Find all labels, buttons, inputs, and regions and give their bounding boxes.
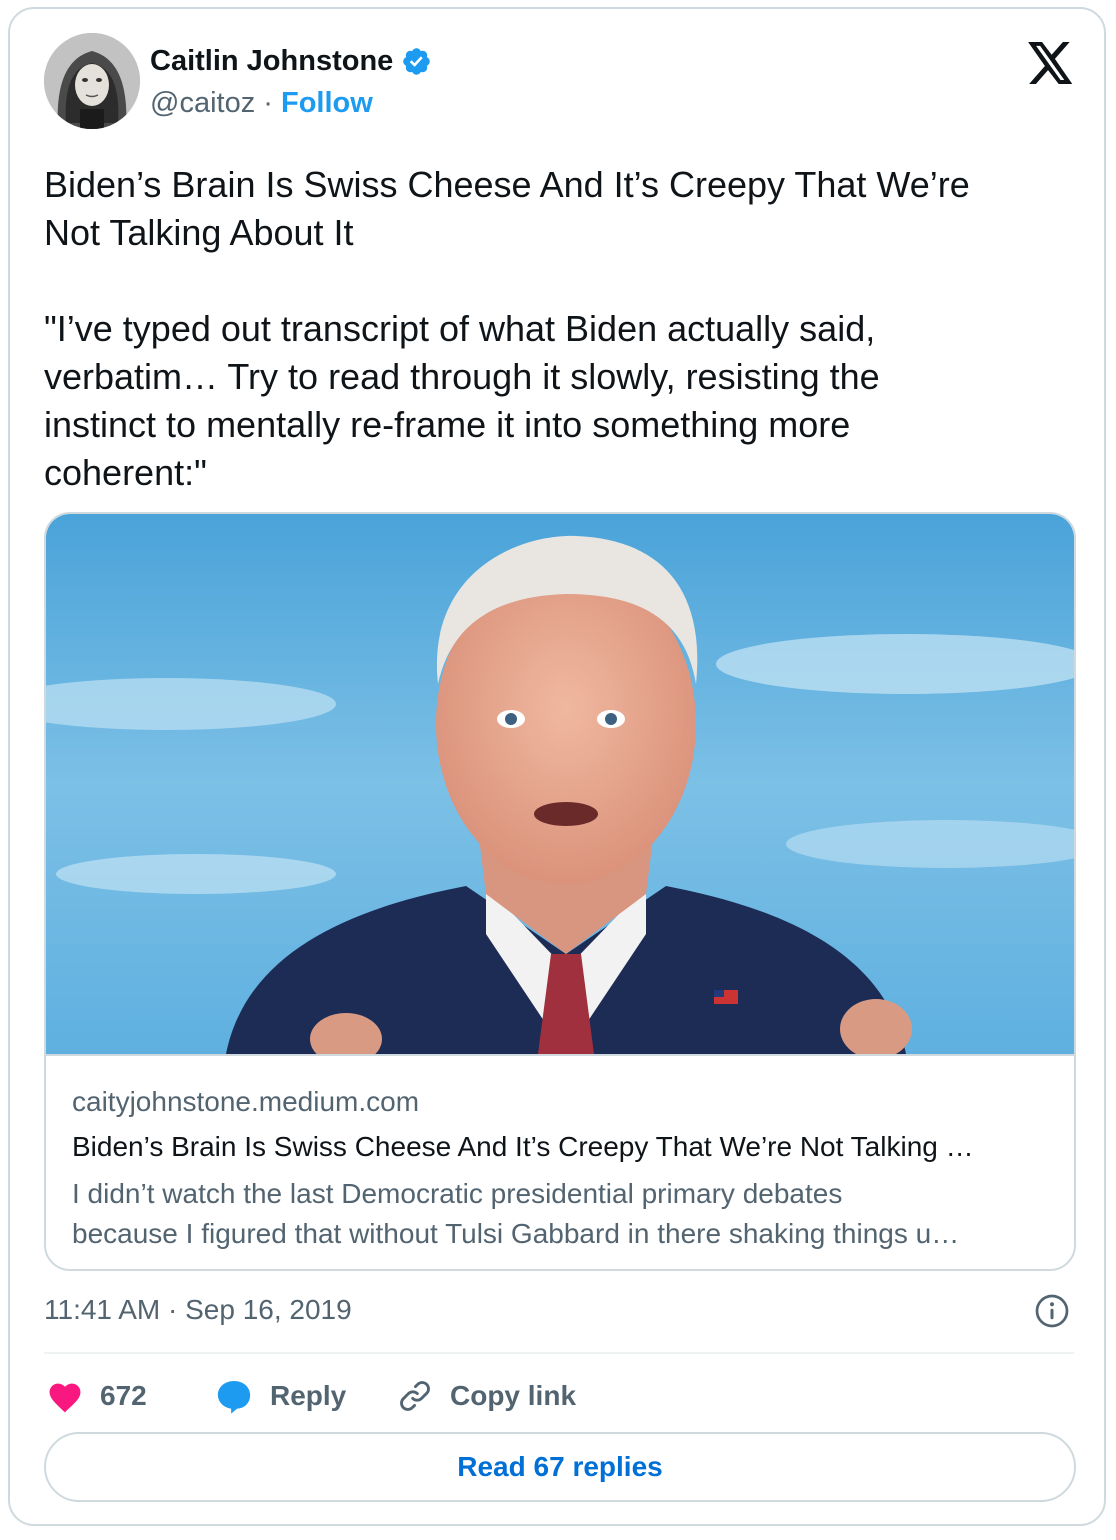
link-icon: [400, 1381, 430, 1411]
link-domain: caityjohnstone.medium.com: [72, 1086, 420, 1117]
verified-badge-icon: [403, 47, 431, 75]
reply-bubble-icon: [217, 1380, 251, 1414]
handle-separator: ·: [263, 87, 273, 119]
link-preview-card[interactable]: caityjohnstone.medium.com Biden’s Brain …: [44, 512, 1076, 1271]
tweet-text: Biden’s Brain Is Swiss Cheese And It’s C…: [44, 164, 970, 493]
link-card-divider: [46, 1054, 1074, 1056]
heart-icon: [49, 1383, 81, 1413]
actions-divider: [44, 1352, 1074, 1354]
read-replies-button[interactable]: Read 67 replies: [44, 1432, 1076, 1502]
tweet-timestamp[interactable]: 11:41 AM · Sep 16, 2019: [44, 1294, 352, 1326]
like-button[interactable]: 672: [46, 1371, 147, 1421]
info-icon[interactable]: [1034, 1293, 1070, 1329]
reply-button[interactable]: Reply: [214, 1371, 346, 1421]
link-description-line: because I figured that without Tulsi Gab…: [72, 1218, 960, 1249]
link-title: Biden’s Brain Is Swiss Cheese And It’s C…: [72, 1131, 974, 1162]
copy-link-label: Copy link: [450, 1380, 577, 1411]
tweet-card: Caitlin Johnstone @caitoz · Follow Biden…: [8, 7, 1106, 1526]
reply-label: Reply: [270, 1380, 347, 1411]
author-handle-row: @caitoz · Follow: [150, 87, 373, 120]
like-count: 672: [100, 1380, 147, 1411]
avatar[interactable]: [44, 33, 140, 129]
follow-button[interactable]: Follow: [281, 87, 373, 119]
link-description-line: I didn’t watch the last Democratic presi…: [72, 1178, 843, 1209]
author-name-row: Caitlin Johnstone: [150, 43, 432, 79]
copy-link-button[interactable]: Copy link: [396, 1371, 576, 1421]
x-logo-icon[interactable]: [1028, 42, 1074, 84]
author-name[interactable]: Caitlin Johnstone: [150, 45, 393, 78]
link-preview-image: [46, 514, 1074, 1054]
author-handle[interactable]: @caitoz: [150, 87, 255, 119]
link-description: I didn’t watch the last Democratic presi…: [72, 1174, 1052, 1254]
